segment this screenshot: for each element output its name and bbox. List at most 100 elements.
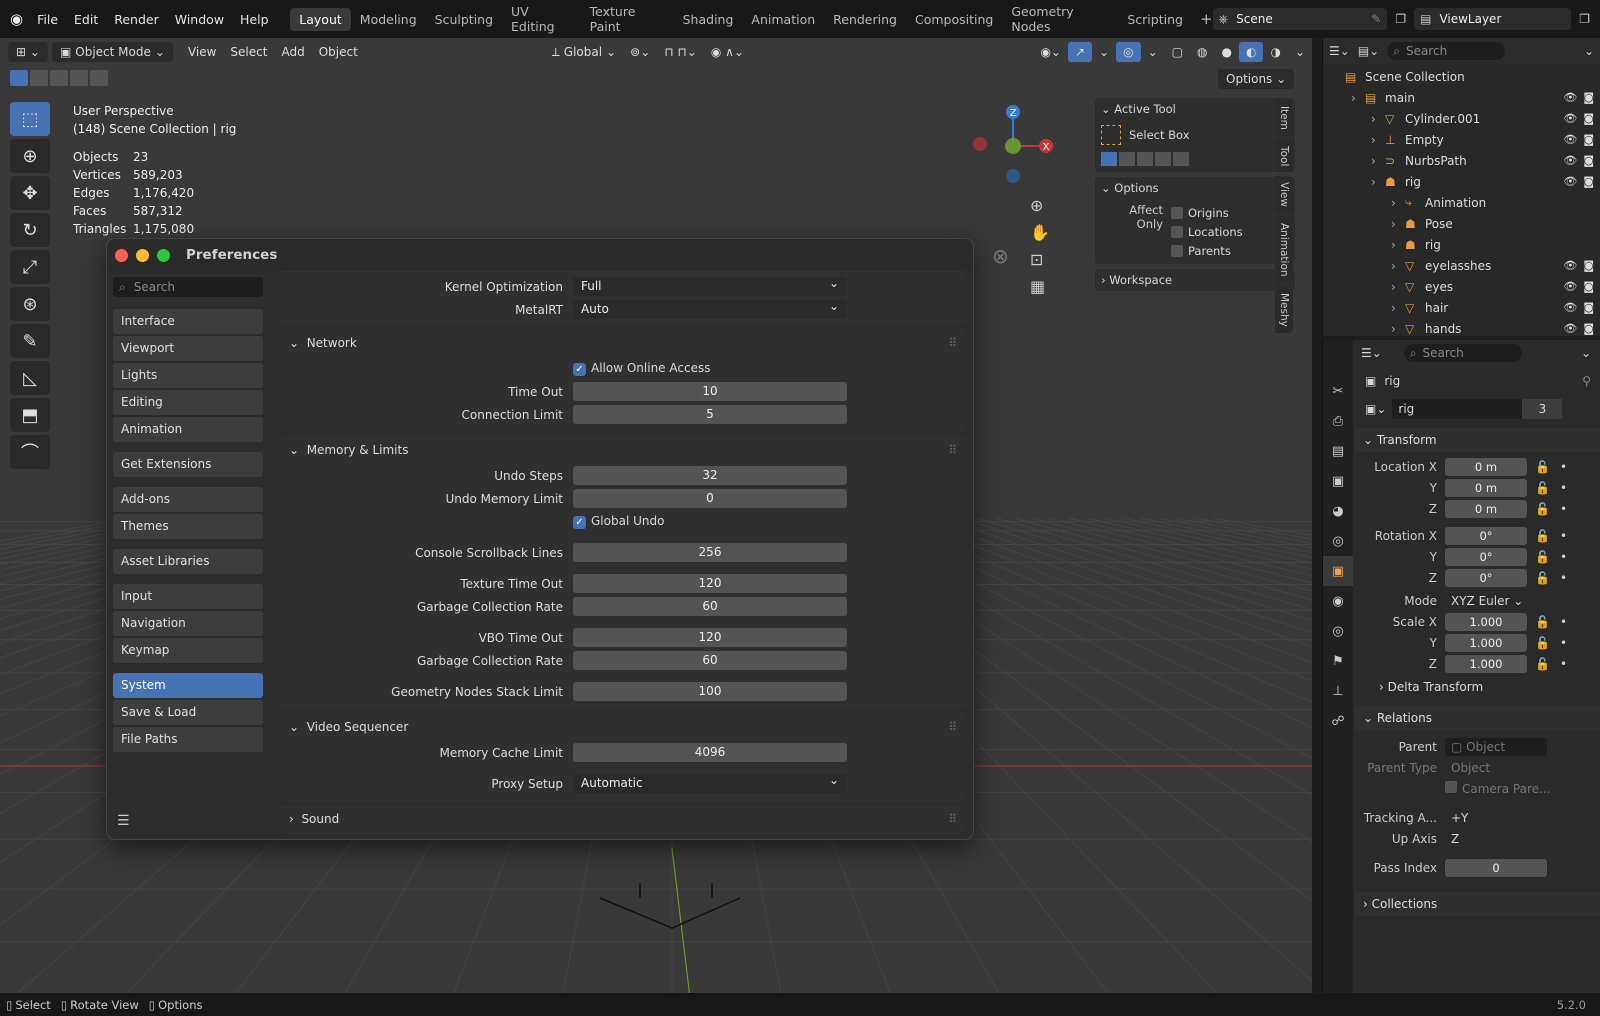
shading-material-icon[interactable]: ◐ (1238, 42, 1264, 62)
constraints-tab-icon[interactable]: ⊥ (1323, 676, 1353, 706)
sidebar-tab-animation[interactable]: Animation (1275, 217, 1293, 283)
time-out-field[interactable]: 10 (573, 382, 847, 401)
visibility-icon[interactable]: ◉⌄ (1033, 42, 1068, 62)
shading-solid-icon[interactable]: ● (1214, 42, 1238, 62)
pref-category-viewport[interactable]: Viewport (113, 336, 263, 361)
camera-icon[interactable]: ◙ (1583, 322, 1594, 335)
pref-category-themes[interactable]: Themes (113, 514, 263, 539)
affect-origins-checkbox[interactable]: Origins (1171, 203, 1243, 222)
active-tool-header[interactable]: ⌄ Active Tool (1101, 102, 1289, 122)
expand-chevron-icon[interactable]: › (1371, 175, 1385, 189)
camera-icon[interactable]: ◙ (1583, 259, 1594, 272)
pref-category-keymap[interactable]: Keymap (113, 638, 263, 663)
property-field[interactable]: 0 m (1445, 478, 1527, 497)
eye-icon[interactable]: 👁 (1563, 322, 1577, 335)
tab-layout[interactable]: Layout (290, 7, 351, 31)
memory-header[interactable]: ⌄ Memory & Limits ⠿ (279, 436, 967, 464)
property-field[interactable]: 0° (1445, 526, 1527, 545)
affect-parents-checkbox[interactable]: Parents (1171, 241, 1243, 260)
metalrt-select[interactable]: Auto (573, 297, 847, 319)
lock-icon[interactable]: 🔓 (1535, 550, 1550, 564)
property-field[interactable]: 1.000 (1445, 654, 1527, 673)
pref-category-system[interactable]: System (113, 673, 263, 698)
pref-category-editing[interactable]: Editing (113, 390, 263, 415)
eye-icon[interactable]: 👁 (1563, 301, 1577, 314)
tab-geometry-nodes[interactable]: Geometry Nodes (1002, 0, 1118, 38)
outliner-row[interactable]: ▤ Scene Collection (1323, 66, 1600, 87)
global-undo-checkbox[interactable]: ✓ Global Undo (573, 514, 664, 529)
lock-icon[interactable]: 🔓 (1535, 571, 1550, 585)
menu-file[interactable]: File (29, 12, 66, 27)
menu-edit[interactable]: Edit (66, 12, 106, 27)
keyframe-dot-icon[interactable]: • (1560, 657, 1567, 671)
gizmo-menu-icon[interactable]: ⌄ (1092, 42, 1116, 62)
world-tab-icon[interactable]: ◎ (1323, 526, 1353, 556)
keyframe-dot-icon[interactable]: • (1560, 571, 1567, 585)
parent-field[interactable]: ▢ Object (1445, 737, 1547, 756)
property-field[interactable]: 0 m (1445, 499, 1527, 518)
allow-online-checkbox[interactable]: ✓ Allow Online Access (573, 361, 710, 376)
editor-type-icon[interactable]: ⊞ ⌄ (8, 42, 48, 62)
delta-transform-header[interactable]: › Delta Transform (1355, 674, 1600, 700)
object-data-icon[interactable]: ▣⌄ (1365, 402, 1386, 416)
relations-header[interactable]: ⌄ Relations (1355, 706, 1600, 730)
eye-icon[interactable]: 👁 (1563, 154, 1577, 167)
options-dropdown[interactable]: Options ⌄ (1218, 69, 1295, 89)
sidebar-tab-view[interactable]: View (1275, 176, 1293, 214)
cursor-tool[interactable]: ⊕ (10, 139, 50, 173)
expand-chevron-icon[interactable]: › (1391, 280, 1405, 294)
outliner-row[interactable]: › ⊃ NurbsPath 👁 ◙ (1323, 150, 1600, 171)
modifier-tab-icon[interactable]: ◉ (1323, 586, 1353, 616)
property-field[interactable]: 0° (1445, 547, 1527, 566)
display-mode-icon[interactable]: ▤⌄ (1358, 44, 1379, 58)
property-field[interactable]: 1.000 (1445, 633, 1527, 652)
outliner-row[interactable]: › ☗ Pose (1323, 213, 1600, 234)
filter-icon[interactable]: ⌄ (1584, 44, 1594, 58)
camera-icon[interactable]: ◙ (1583, 112, 1594, 125)
viewport-menu-view[interactable]: View (181, 42, 223, 62)
select-intersect-icon[interactable] (90, 70, 108, 86)
properties-editor-icon[interactable]: ☰⌄ (1361, 346, 1382, 360)
pref-category-input[interactable]: Input (113, 584, 263, 609)
lock-icon[interactable]: 🔓 (1535, 529, 1550, 543)
xray-icon[interactable]: ▢ (1165, 42, 1190, 62)
shading-menu-icon[interactable]: ⌄ (1288, 42, 1312, 62)
add-cube-tool[interactable]: ⬒ (10, 398, 50, 432)
outliner-row[interactable]: › ⊥ Empty 👁 ◙ (1323, 129, 1600, 150)
property-field[interactable]: 0 m (1445, 457, 1527, 476)
connection-limit-field[interactable]: 5 (573, 405, 847, 424)
outliner-row[interactable]: › ▤ main 👁 ◙ (1323, 87, 1600, 108)
texture-timeout-field[interactable]: 120 (573, 574, 847, 593)
outliner-editor-icon[interactable]: ☰⌄ (1329, 44, 1350, 58)
up-axis-select[interactable]: Z (1445, 829, 1547, 848)
viewport-menu-select[interactable]: Select (223, 42, 274, 62)
users-count[interactable]: 3 (1522, 399, 1563, 419)
tab-scripting[interactable]: Scripting (1118, 8, 1192, 31)
camera-view-icon[interactable]: ⊡ (1030, 250, 1050, 269)
sidebar-tab-item[interactable]: Item (1275, 100, 1293, 136)
select-box-tool[interactable]: ⬚ (10, 102, 50, 136)
scene-tab-icon[interactable]: ◕ (1323, 496, 1353, 526)
shading-rendered-icon[interactable]: ◑ (1263, 42, 1287, 62)
tab-animation[interactable]: Animation (742, 8, 824, 31)
shading-wireframe-icon[interactable]: ◍ (1190, 42, 1214, 62)
keyframe-dot-icon[interactable]: • (1560, 481, 1567, 495)
pass-index-field[interactable]: 0 (1445, 858, 1547, 877)
eye-icon[interactable]: 👁 (1563, 91, 1577, 104)
object-tab-icon[interactable]: ▣ (1323, 556, 1353, 586)
lock-icon[interactable]: 🔓 (1535, 657, 1550, 671)
annotate-tool[interactable]: ✎ (10, 324, 50, 358)
expand-chevron-icon[interactable]: › (1351, 91, 1365, 105)
pan-hand-icon[interactable]: ✋ (1030, 223, 1050, 242)
outliner-row[interactable]: › ▽ eyelasshes 👁 ◙ (1323, 255, 1600, 276)
outliner-row[interactable]: › ▽ hands 👁 ◙ (1323, 318, 1600, 339)
expand-chevron-icon[interactable]: › (1371, 112, 1385, 126)
output-tab-icon[interactable]: ▤ (1323, 436, 1353, 466)
pref-category-lights[interactable]: Lights (113, 363, 263, 388)
new-viewlayer-icon[interactable]: ❐ (1579, 12, 1590, 26)
expand-chevron-icon[interactable]: › (1391, 301, 1405, 315)
sidebar-tab-meshy[interactable]: Meshy (1275, 286, 1293, 333)
add-workspace-button[interactable]: + (1200, 10, 1213, 28)
transform-tool[interactable]: ⊛ (10, 287, 50, 321)
navigation-gizmo[interactable]: Z X (965, 98, 1065, 198)
